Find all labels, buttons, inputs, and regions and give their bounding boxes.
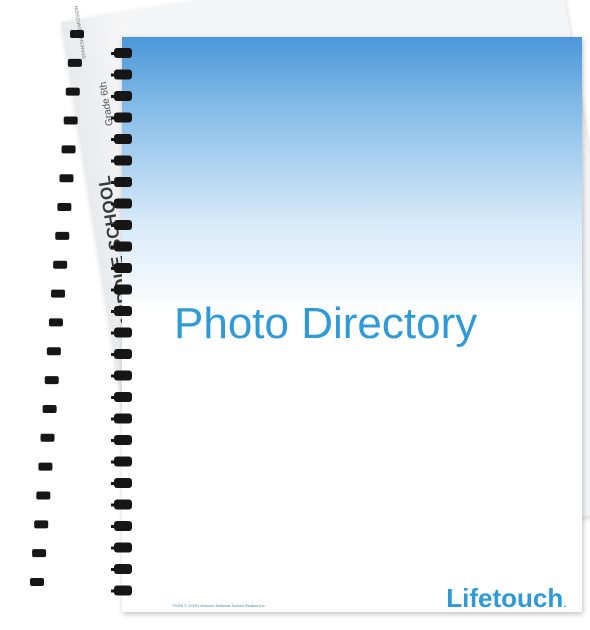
front-spiral-coil-loop [111, 482, 117, 485]
front-spiral-coil-loop [111, 396, 117, 399]
back-spiral-coil [63, 116, 78, 125]
back-spiral-coil [51, 289, 66, 298]
back-spiral-coil [38, 462, 53, 471]
lifetouch-logo-text: Lifetouch [446, 583, 564, 613]
back-spiral-coil [55, 231, 70, 240]
cover-fineprint: 72029 © 2019 Lifetouch National School S… [172, 603, 266, 608]
front-spiral-coil-loop [111, 546, 117, 550]
back-spiral-coil [48, 318, 63, 327]
front-cover: Photo Directory 72029 © 2019 Lifetouch N… [122, 37, 582, 614]
photo-directory-scene: SPANISH · ADMISSION Grade 6th SOUTHVIEW … [0, 0, 590, 630]
front-spiral-coil-loop [111, 568, 117, 571]
back-spiral-coil [40, 433, 55, 442]
back-spiral-coil [59, 174, 74, 183]
back-spiral-coil [57, 203, 72, 212]
front-spiral-coil-loop [111, 417, 117, 421]
back-spiral-coil [42, 404, 57, 413]
front-spiral-coil-loop [111, 525, 117, 528]
back-spiral-coil [46, 347, 61, 356]
back-spiral-coil [36, 491, 51, 500]
back-spiral-coil [34, 520, 49, 529]
back-spiral-coil [61, 145, 76, 154]
back-spiral-coil [30, 578, 44, 586]
back-spiral-coil [53, 260, 68, 269]
front-spiral-coil-loop [111, 439, 117, 442]
cover-title: Photo Directory [174, 299, 478, 348]
front-spiral-coil-loop [111, 589, 117, 593]
lifetouch-logo: Lifetouch. [446, 583, 566, 614]
back-spiral-coil [44, 376, 59, 385]
front-spiral-coil-loop [111, 503, 117, 507]
front-spiral-coil-loop [111, 460, 117, 464]
front-spiral-coil-loop [111, 374, 117, 378]
back-spiral-coil [32, 549, 47, 558]
lifetouch-logo-mark: . [563, 599, 566, 610]
